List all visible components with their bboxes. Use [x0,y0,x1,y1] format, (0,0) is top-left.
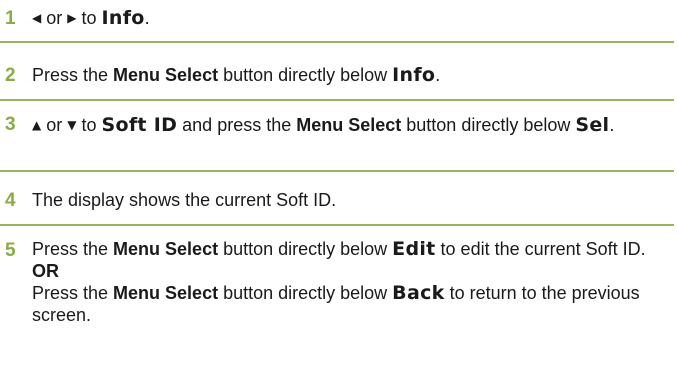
menu-select-label: Menu Select [113,283,219,303]
menu-select-label: Menu Select [296,115,402,135]
display-label-back: Back [392,282,445,304]
step-text: Press the Menu Select button directly be… [32,238,654,326]
step-number: 3 [5,114,16,135]
step-text: ▲ or ▼ to Soft ID and press the Menu Sel… [32,114,615,136]
divider [0,224,674,226]
divider [0,99,674,101]
step-number: 5 [5,240,16,261]
right-arrow-icon: ▶ [67,11,77,25]
down-arrow-icon: ▼ [67,118,77,132]
left-arrow-icon: ◀ [32,11,42,25]
divider [0,170,674,172]
option-back: Press the Menu Select button directly be… [32,282,640,325]
display-label-edit: Edit [392,238,436,260]
up-arrow-icon: ▲ [32,118,42,132]
step-number: 2 [5,65,16,86]
option-edit: Press the Menu Select button directly be… [32,238,646,260]
menu-select-label: Menu Select [113,65,219,85]
display-label-info: Info [392,64,436,86]
display-label-sel: Sel [575,114,610,136]
step-number: 4 [5,190,16,211]
display-label-info: Info [101,7,145,29]
step-text: The display shows the current Soft ID. [32,190,337,210]
step-text: ◀ or ▶ to Info. [32,7,150,29]
divider [0,41,674,43]
or-label: OR [32,261,59,281]
step-number: 1 [5,8,16,29]
menu-select-label: Menu Select [113,239,219,259]
step-text: Press the Menu Select button directly be… [32,64,441,86]
display-label-soft-id: Soft ID [101,114,178,136]
